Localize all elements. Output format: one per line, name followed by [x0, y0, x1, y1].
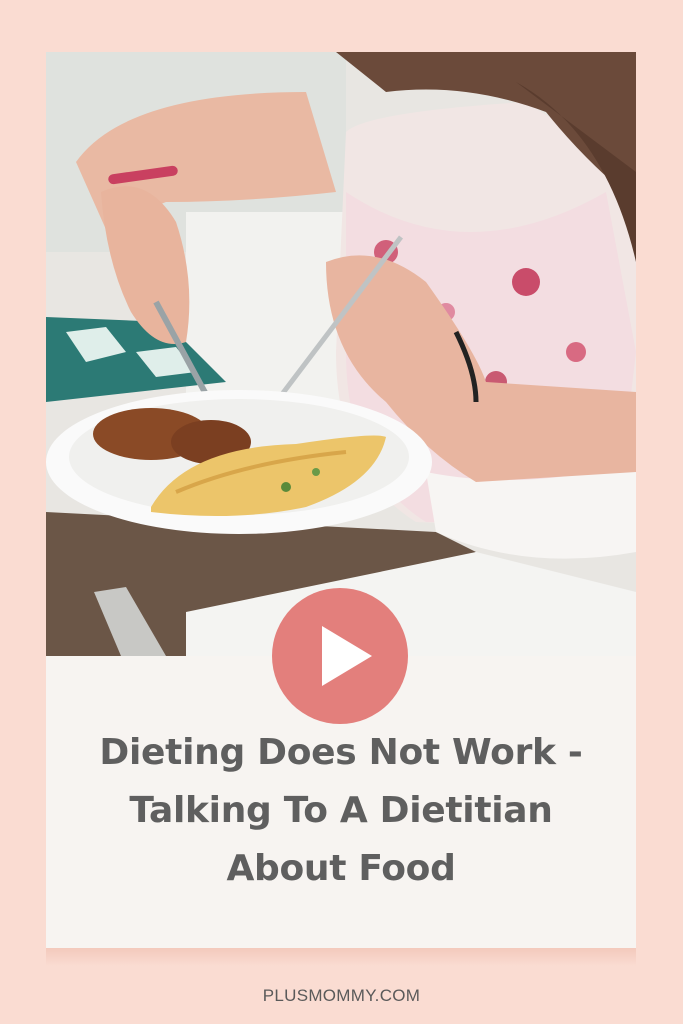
pin-card: Dieting Does Not Work - Talking To A Die… [46, 52, 636, 948]
site-url[interactable]: PLUSMOMMY.COM [0, 986, 683, 1006]
play-button[interactable] [272, 588, 408, 724]
hero-photo [46, 52, 636, 656]
pin-title: Dieting Does Not Work - Talking To A Die… [66, 724, 616, 898]
title-line-3: About Food [226, 848, 456, 889]
play-icon [322, 626, 372, 686]
photo-illustration [46, 52, 636, 656]
title-line-1: Dieting Does Not Work - [99, 732, 583, 773]
card-shadow [46, 948, 636, 966]
title-line-2: Talking To A Dietitian [129, 790, 553, 831]
